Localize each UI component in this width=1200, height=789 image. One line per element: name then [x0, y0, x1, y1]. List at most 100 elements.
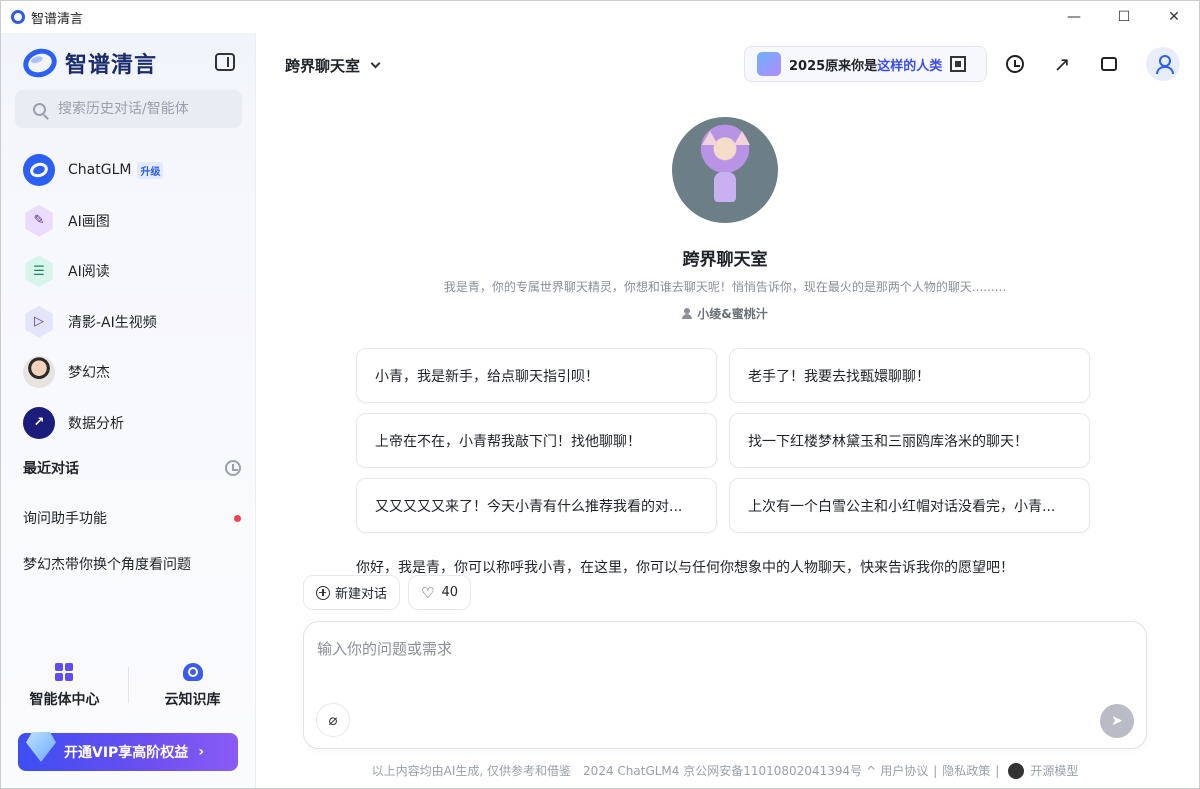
user-profile-button[interactable] [1146, 47, 1180, 81]
sidebar-item-label: 数据分析 [68, 415, 124, 432]
message-composer: ⌀ ➤ [303, 621, 1147, 749]
window-controls: — ☐ ✕ [1049, 1, 1199, 33]
search-input[interactable] [58, 101, 228, 117]
agent-author[interactable]: 小绫&蜜桃汁 [257, 305, 1193, 322]
user-icon [1155, 55, 1174, 74]
vip-label: 开通VIP享高阶权益 [64, 745, 189, 761]
recent-list: 询问助手功能 梦幻杰带你换个角度看问题 [23, 495, 241, 587]
user-agreement-link[interactable]: 用户协议 [880, 762, 928, 779]
suggestion-card[interactable]: 老手了！我要去找甄嬛聊聊！ [729, 348, 1090, 403]
tool-label: 智能体中心 [29, 692, 100, 708]
sidebar: 智谱清言 ChatGLM 升级 ✎ AI画图 ☰ AI阅读 ▷ 清影-AI [1, 33, 256, 788]
unread-dot [234, 514, 241, 522]
user-avatar-icon [23, 356, 55, 389]
sidebar-item-label: AI阅读 [68, 264, 110, 281]
recent-title: 最近对话 [23, 461, 79, 477]
title-bar: 智谱清言 — ☐ ✕ [1, 1, 1199, 33]
agent-avatar [672, 117, 778, 223]
sidebar-item-label: 清影-AI生视频 [68, 314, 157, 331]
privacy-link[interactable]: 隐私政策 [942, 762, 990, 779]
heart-icon: ♡ [421, 583, 435, 602]
caret-icon: ^ [866, 763, 877, 778]
person-icon [682, 308, 693, 319]
history-icon[interactable] [225, 460, 241, 476]
window-title: 智谱清言 [31, 11, 84, 27]
ai-draw-icon: ✎ [25, 204, 53, 237]
sidebar-item-label: ChatGLM [68, 162, 132, 179]
recent-item[interactable]: 询问助手功能 [23, 495, 241, 541]
recent-item-label: 询问助手功能 [23, 511, 107, 527]
author-name: 小绫&蜜桃汁 [697, 307, 768, 321]
agent-center-button[interactable]: 智能体中心 [1, 655, 128, 715]
sidebar-item-menghuanjie[interactable]: 梦幻杰 [23, 347, 243, 398]
sidebar-item-chatglm[interactable]: ChatGLM 升级 [23, 145, 243, 196]
suggestion-grid: 小青，我是新手，给点聊天指引呗！ 老手了！我要去找甄嬛聊聊！ 上帝在不在，小青帮… [356, 348, 1090, 533]
sidebar-item-video[interactable]: ▷ 清影-AI生视频 [23, 297, 243, 348]
maximize-button[interactable]: ☐ [1099, 1, 1149, 33]
room-dropdown[interactable]: 跨界聊天室 [285, 55, 381, 76]
like-button[interactable]: ♡ 40 [408, 575, 472, 610]
qr-code-icon[interactable] [950, 56, 967, 72]
chart-icon: ↗ [23, 406, 55, 439]
promo-thumbnail-icon [757, 52, 781, 76]
bottom-tools: 智能体中心 云知识库 [1, 655, 256, 715]
sidebar-item-label: 梦幻杰 [68, 365, 110, 382]
sidebar-item-label: AI画图 [68, 213, 110, 230]
sidebar-toggle-icon[interactable] [215, 53, 235, 71]
cloud-icon [182, 663, 203, 681]
footer: 以上内容均由AI生成, 仅供参考和借鉴 2024 ChatGLM4 京公网安备1… [257, 762, 1193, 779]
recent-header: 最近对话 [23, 458, 241, 478]
suggestion-card[interactable]: 又又又又又来了！今天小青有什么推荐我看的对... [356, 478, 717, 533]
video-play-icon: ▷ [25, 305, 53, 338]
knowledge-base-button[interactable]: 云知识库 [129, 655, 256, 715]
brand-logo-icon [19, 44, 61, 82]
tool-label: 云知识库 [164, 692, 221, 708]
vip-button[interactable]: 开通VIP享高阶权益 › [18, 732, 238, 771]
suggestion-card[interactable]: 找一下红楼梦林黛玉和三丽鸥库洛米的聊天！ [729, 413, 1090, 468]
sidebar-item-data-analysis[interactable]: ↗ 数据分析 [23, 398, 243, 449]
promo-banner[interactable]: 2025原来你是这样的人类 [744, 46, 987, 82]
chevron-down-icon [370, 58, 381, 69]
action-row: 新建对话 ♡ 40 [303, 575, 479, 610]
attachment-icon[interactable]: ⌀ [316, 703, 350, 737]
disclaimer: 以上内容均由AI生成, 仅供参考和借鉴 [371, 764, 572, 778]
alarm-clock-icon[interactable] [1004, 53, 1026, 75]
agent-name: 跨界聊天室 [682, 250, 768, 270]
brand[interactable]: 智谱清言 [19, 44, 158, 82]
sidebar-item-ai-read[interactable]: ☰ AI阅读 [23, 246, 243, 297]
plus-circle-icon [316, 585, 330, 600]
new-chat-label: 新建对话 [335, 587, 388, 602]
main-panel: 跨界聊天室 2025原来你是这样的人类 ↗ 跨界聊天室 我是青，你的专属世界聊天… [257, 33, 1199, 788]
sidebar-nav: ChatGLM 升级 ✎ AI画图 ☰ AI阅读 ▷ 清影-AI生视频 梦幻杰 … [23, 145, 243, 448]
search-box[interactable] [15, 90, 242, 128]
sidebar-item-ai-draw[interactable]: ✎ AI画图 [23, 196, 243, 247]
license-text: 2024 ChatGLM4 京公网安备11010802041394号 [583, 764, 863, 778]
ai-read-icon: ☰ [25, 255, 53, 288]
agent-description: 我是青，你的专属世界聊天精灵，你想和谁去聊天呢！悄悄告诉你，现在最火的是那两个人… [443, 280, 1007, 294]
brand-name: 智谱清言 [65, 53, 158, 78]
suggestion-card[interactable]: 上次有一个白雪公主和小红帽对话没看完，小青... [729, 478, 1090, 533]
separator: | [995, 763, 1000, 778]
open-source-link[interactable]: 开源模型 [1030, 762, 1078, 779]
suggestion-card[interactable]: 上帝在不在，小青帮我敲下门！找他聊聊！ [356, 413, 717, 468]
share-icon[interactable]: ↗ [1051, 52, 1073, 76]
search-icon [33, 102, 46, 116]
github-icon [1008, 762, 1025, 779]
app-window: 智谱清言 — ☐ ✕ 智谱清言 ChatGLM 升级 ✎ AI画图 [0, 0, 1200, 789]
send-icon[interactable]: ➤ [1100, 704, 1134, 738]
upgrade-badge[interactable]: 升级 [137, 161, 164, 179]
multi-window-icon[interactable] [1098, 53, 1125, 75]
diamond-icon [26, 732, 56, 762]
app-logo-icon [11, 10, 25, 24]
chatglm-logo-icon [23, 154, 55, 187]
room-name: 跨界聊天室 [285, 57, 361, 75]
close-button[interactable]: ✕ [1149, 1, 1199, 33]
message-input[interactable] [317, 638, 1117, 678]
recent-item[interactable]: 梦幻杰带你换个角度看问题 [23, 541, 241, 587]
minimize-button[interactable]: — [1049, 1, 1099, 33]
promo-text: 2025原来你是这样的人类 [789, 58, 943, 74]
chevron-right-icon: › [198, 744, 205, 760]
new-chat-button[interactable]: 新建对话 [303, 575, 401, 610]
suggestion-card[interactable]: 小青，我是新手，给点聊天指引呗！ [356, 348, 717, 403]
recent-item-label: 梦幻杰带你换个角度看问题 [23, 557, 191, 573]
